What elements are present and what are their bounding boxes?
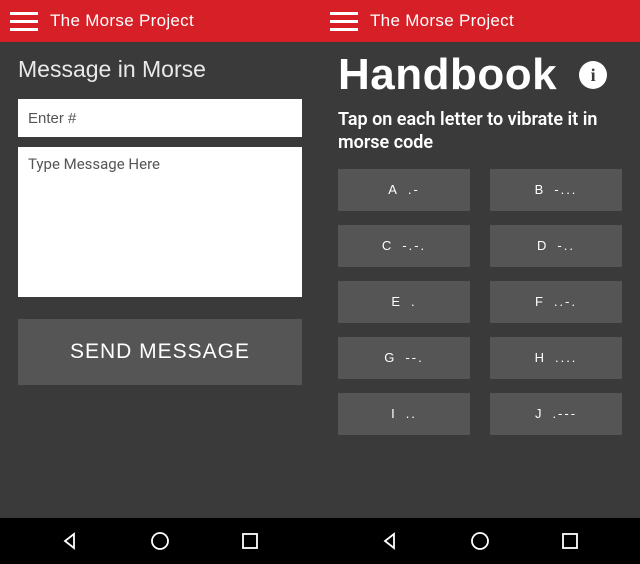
recent-apps-icon[interactable]: [230, 521, 270, 561]
home-icon[interactable]: [460, 521, 500, 561]
right-screen: The Morse Project Handbook i Tap on each…: [320, 0, 640, 564]
morse-code: ....: [555, 350, 577, 365]
morse-code: -.-.: [402, 238, 426, 253]
send-message-button[interactable]: SEND MESSAGE: [18, 319, 302, 385]
android-navbar-right: [320, 518, 640, 564]
morse-code: -..: [557, 238, 575, 253]
letter-label: B: [535, 182, 545, 197]
letter-label: A: [388, 182, 398, 197]
letter-button-e[interactable]: E.: [338, 281, 470, 323]
morse-code: -...: [554, 182, 577, 197]
letter-button-h[interactable]: H....: [490, 337, 622, 379]
letter-label: G: [384, 350, 395, 365]
app-title-left: The Morse Project: [50, 11, 194, 31]
letter-button-a[interactable]: A .-: [338, 169, 470, 211]
back-icon[interactable]: [370, 521, 410, 561]
app-title-right: The Morse Project: [370, 11, 514, 31]
morse-code: ..-.: [554, 294, 577, 309]
heading-row: Handbook i: [338, 50, 622, 100]
message-input[interactable]: [18, 147, 302, 297]
info-icon[interactable]: i: [579, 61, 607, 89]
recent-apps-icon[interactable]: [550, 521, 590, 561]
back-icon[interactable]: [50, 521, 90, 561]
morse-code: --.: [405, 350, 423, 365]
letter-button-c[interactable]: C -.-.: [338, 225, 470, 267]
morse-code: .-: [408, 182, 420, 197]
topbar-left: The Morse Project: [0, 0, 320, 42]
letter-button-b[interactable]: B -...: [490, 169, 622, 211]
morse-code: .---: [552, 406, 577, 421]
letter-button-g[interactable]: G --.: [338, 337, 470, 379]
subheading: Tap on each letter to vibrate it in mors…: [338, 108, 622, 155]
letter-button-d[interactable]: D -..: [490, 225, 622, 267]
letter-label: H: [535, 350, 545, 365]
home-icon[interactable]: [140, 521, 180, 561]
morse-code: .: [411, 294, 417, 309]
phone-input[interactable]: [18, 99, 302, 137]
letter-label: F: [535, 294, 544, 309]
menu-icon[interactable]: [330, 7, 358, 35]
left-content: Message in Morse SEND MESSAGE: [0, 42, 320, 518]
letter-button-i[interactable]: I..: [338, 393, 470, 435]
page-heading-left: Message in Morse: [18, 56, 302, 83]
menu-icon[interactable]: [10, 7, 38, 35]
morse-code: ..: [406, 406, 417, 421]
letter-label: D: [537, 238, 547, 253]
letter-grid: A .- B -... C -.-. D -.. E. F ..-. G --. H.... I.. J .--…: [338, 169, 622, 441]
letter-label: J: [535, 406, 543, 421]
page-heading-right: Handbook: [338, 50, 557, 100]
letter-button-f[interactable]: F ..-.: [490, 281, 622, 323]
topbar-right: The Morse Project: [320, 0, 640, 42]
letter-label: I: [391, 406, 396, 421]
letter-label: C: [382, 238, 392, 253]
letter-label: E: [391, 294, 401, 309]
android-navbar-left: [0, 518, 320, 564]
right-content: Handbook i Tap on each letter to vibrate…: [320, 42, 640, 518]
left-screen: The Morse Project Message in Morse SEND …: [0, 0, 320, 564]
letter-button-j[interactable]: J .---: [490, 393, 622, 435]
